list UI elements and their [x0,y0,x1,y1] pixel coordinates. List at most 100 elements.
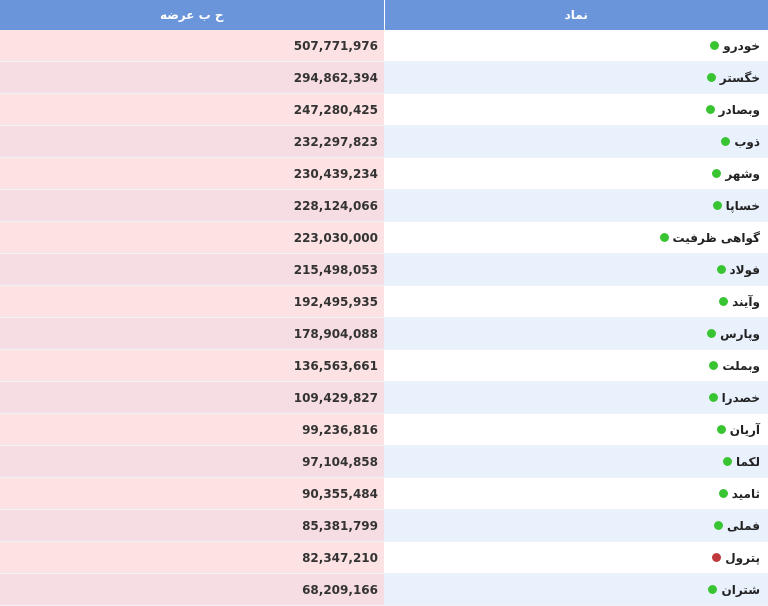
value-cell: 82,347,210 [0,541,384,574]
symbol-label: وپارس [720,326,760,341]
symbol-wrap: خساپا [712,198,768,213]
value-cell: 178,904,088 [0,317,384,350]
status-dot-icon [712,169,722,178]
status-dot-icon [712,201,722,210]
column-header-value[interactable]: ح ب عرضه [0,0,384,30]
symbol-wrap: وشهر [712,167,768,181]
status-dot-icon [706,73,716,82]
symbol-wrap: وپارس [707,327,768,341]
table-row[interactable]: 178,904,088 وپارس [0,317,768,350]
status-dot-icon [708,393,718,402]
value-cell: 85,381,799 [0,509,384,542]
symbol-wrap: وآیند [719,295,768,309]
table-row[interactable]: 230,439,234 وشهر [0,157,768,190]
symbol-cell[interactable]: خصدرا [384,381,768,414]
table-row[interactable]: 90,355,484 ثامید [0,477,768,510]
symbol-wrap: گواهی ظرفیت [659,231,768,245]
symbol-wrap: خودرو [710,39,768,53]
symbol-wrap: وبصادر [705,102,768,117]
symbol-cell[interactable]: پترول [384,541,768,574]
value-cell: 215,498,053 [0,253,384,286]
symbol-label: خودرو [723,38,760,53]
value-cell: 247,280,425 [0,93,384,126]
symbol-cell[interactable]: شتران [384,573,768,606]
table-row[interactable]: 223,030,000 گواهی ظرفیت [0,221,768,254]
symbol-cell[interactable]: خودرو [384,30,768,62]
table-row[interactable]: 136,563,661 وبملت [0,349,768,382]
symbol-cell[interactable]: خگستر [384,61,768,94]
symbol-wrap: فولاد [716,262,768,277]
symbol-label: ثامید [731,486,760,501]
table-row[interactable]: 232,297,823 ذوب [0,125,768,158]
symbol-wrap: خصدرا [708,390,768,405]
table-row[interactable]: 294,862,394 خگستر [0,61,768,94]
status-dot-icon [659,233,669,242]
symbol-label: فملی [727,518,760,533]
symbol-label: ذوب [734,134,760,149]
symbol-wrap: ذوب [721,135,768,149]
table-row[interactable]: 507,771,976 خودرو [0,30,768,62]
symbol-cell[interactable]: فملی [384,509,768,542]
symbol-wrap: فملی [714,519,768,533]
column-header-symbol[interactable]: نماد [383,0,768,30]
symbol-cell[interactable]: وپارس [384,317,768,350]
status-dot-icon [716,425,726,434]
table-row[interactable]: 68,209,166 شتران [0,573,768,606]
table-row[interactable]: 99,236,816 آریان [0,413,768,446]
symbol-label: خساپا [725,198,760,213]
symbol-cell[interactable]: ثامید [384,477,768,510]
symbol-label: وآیند [732,294,760,309]
symbol-label: فولاد [729,262,760,277]
symbol-cell[interactable]: لکما [384,445,768,478]
value-cell: 223,030,000 [0,221,384,254]
value-cell: 99,236,816 [0,413,384,446]
value-cell: 97,104,858 [0,445,384,478]
symbol-cell[interactable]: آریان [384,413,768,446]
status-dot-icon [719,297,729,306]
symbol-label: لکما [735,454,760,469]
symbol-cell[interactable]: ذوب [384,125,768,158]
status-dot-icon [708,585,718,594]
value-cell: 294,862,394 [0,61,384,94]
symbol-cell[interactable]: خساپا [384,189,768,222]
table-header-row: ح ب عرضه نماد [0,0,768,30]
table-row[interactable]: 109,429,827 خصدرا [0,381,768,414]
value-cell: 192,495,935 [0,285,384,318]
table-row[interactable]: 247,280,425 وبصادر [0,93,768,126]
status-dot-icon [707,329,717,338]
table-row[interactable]: 192,495,935 وآیند [0,285,768,318]
symbol-cell[interactable]: وشهر [384,157,768,190]
symbol-label: پترول [725,550,760,565]
value-cell: 507,771,976 [0,30,384,62]
status-dot-icon [710,41,720,50]
symbol-cell[interactable]: گواهی ظرفیت [384,221,768,254]
symbol-cell[interactable]: وبصادر [384,93,768,126]
status-dot-icon [721,137,731,146]
symbol-wrap: خگستر [706,71,768,85]
symbol-wrap: شتران [708,583,768,597]
status-dot-icon [716,265,726,274]
status-dot-icon [705,105,715,114]
value-cell: 90,355,484 [0,477,384,510]
value-cell: 109,429,827 [0,381,384,414]
status-dot-icon [712,553,722,562]
table-row[interactable]: 228,124,066 خساپا [0,189,768,222]
status-dot-icon [718,489,728,498]
symbol-wrap: آریان [716,423,768,437]
symbol-label: وبملت [722,358,760,373]
value-cell: 232,297,823 [0,125,384,158]
symbol-label: خصدرا [721,390,760,405]
table-row[interactable]: 215,498,053 فولاد [0,253,768,286]
symbol-wrap: پترول [712,551,768,565]
status-dot-icon [722,457,732,466]
status-dot-icon [714,521,724,530]
status-dot-icon [709,361,719,370]
symbol-cell[interactable]: وآیند [384,285,768,318]
table-row[interactable]: 97,104,858 لکما [0,445,768,478]
symbol-wrap: ثامید [718,486,768,501]
symbol-cell[interactable]: وبملت [384,349,768,382]
symbol-cell[interactable]: فولاد [384,253,768,286]
symbol-label: وبصادر [718,102,760,117]
table-row[interactable]: 82,347,210 پترول [0,541,768,574]
table-row[interactable]: 85,381,799 فملی [0,509,768,542]
